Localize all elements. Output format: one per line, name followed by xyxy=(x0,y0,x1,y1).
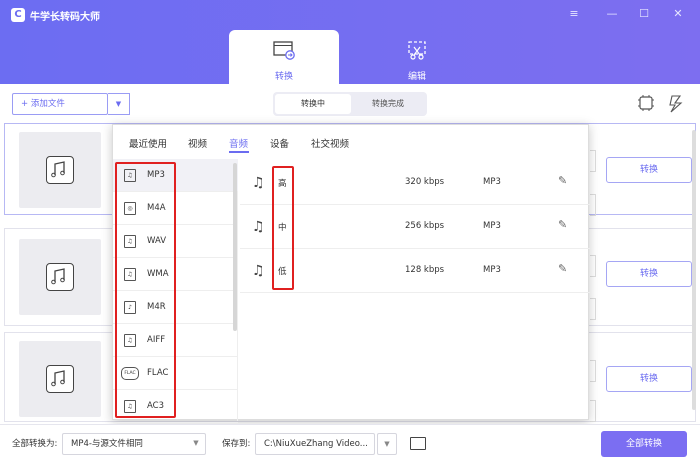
quality-format: MP3 xyxy=(483,177,501,187)
card-field-stub xyxy=(590,400,596,422)
app-logo: C xyxy=(11,8,25,22)
card-field-stub xyxy=(590,194,596,216)
edit-icon[interactable]: ✎ xyxy=(558,262,567,275)
edit-icon[interactable]: ✎ xyxy=(558,174,567,187)
format-list-highlight xyxy=(115,162,176,418)
convert-button[interactable]: 转换 xyxy=(606,261,692,287)
tab-edit[interactable]: 编辑 xyxy=(362,30,472,84)
format-popup: 最近使用 视频 音频 设备 社交视频 ♫ MP3 ◎ M4A ♫ WAV ♫ W… xyxy=(112,124,590,423)
quality-bitrate: 320 kbps xyxy=(405,177,445,187)
convert-all-to-label: 全部转换为: xyxy=(12,439,58,449)
popup-tab-recent[interactable]: 最近使用 xyxy=(129,136,167,150)
convert-button[interactable]: 转换 xyxy=(606,366,692,392)
gpu-on-icon[interactable] xyxy=(635,94,657,114)
card-field-stub xyxy=(590,360,596,382)
save-to-select[interactable]: C:\NiuXueZhang Video... xyxy=(255,433,375,455)
tab-convert[interactable]: 转换 xyxy=(229,30,339,84)
status-segment: 转换中 转换完成 xyxy=(273,92,427,116)
app-title: 牛学长转码大师 xyxy=(30,12,100,23)
list-scrollbar[interactable] xyxy=(692,130,696,410)
quality-bitrate: 256 kbps xyxy=(405,221,445,231)
segment-completed[interactable]: 转换完成 xyxy=(351,94,425,114)
speed-off-icon[interactable] xyxy=(666,94,688,114)
menu-icon[interactable]: ≡ xyxy=(565,5,583,23)
app-header: C 牛学长转码大师 ≡ — ☐ ✕ 转换 编辑 xyxy=(0,0,700,84)
music-note-icon: ♫ xyxy=(252,263,265,279)
format-list-scrollbar[interactable] xyxy=(233,163,237,331)
maximize-icon[interactable]: ☐ xyxy=(635,5,653,23)
music-note-icon xyxy=(46,263,74,291)
title-bar: C 牛学长转码大师 ≡ — ☐ ✕ xyxy=(0,0,700,30)
music-note-icon: ♫ xyxy=(252,219,265,235)
convert-all-to-select[interactable]: MP4-与源文件相同 xyxy=(62,433,206,455)
card-field-stub xyxy=(590,298,596,320)
convert-all-button[interactable]: 全部转换 xyxy=(601,431,687,457)
quality-format: MP3 xyxy=(483,221,501,231)
tab-edit-label: 编辑 xyxy=(407,72,426,82)
popup-tab-device[interactable]: 设备 xyxy=(270,136,289,150)
popup-tab-video[interactable]: 视频 xyxy=(188,136,207,150)
popup-tab-audio[interactable]: 音频 xyxy=(229,136,248,150)
card-field-stub xyxy=(590,150,596,172)
save-to-dropdown[interactable]: ▼ xyxy=(377,433,397,455)
edit-cut-icon xyxy=(408,41,426,60)
add-file-dropdown[interactable]: ▼ xyxy=(108,93,130,115)
file-thumbnail xyxy=(19,239,101,315)
music-note-icon: ♫ xyxy=(252,175,265,191)
minimize-icon[interactable]: — xyxy=(603,5,621,23)
quality-format: MP3 xyxy=(483,265,501,275)
chevron-down-icon[interactable]: ▼ xyxy=(186,433,206,455)
music-note-icon xyxy=(46,365,74,393)
save-to-label: 保存到: xyxy=(222,439,251,449)
card-field-stub xyxy=(590,255,596,277)
close-icon[interactable]: ✕ xyxy=(669,5,687,23)
film-convert-icon xyxy=(273,41,295,60)
convert-button[interactable]: 转换 xyxy=(606,157,692,183)
music-note-icon xyxy=(46,156,74,184)
quality-name-highlight xyxy=(272,166,294,290)
bottom-bar: 全部转换为: MP4-与源文件相同 ▼ 保存到: C:\NiuXueZhang … xyxy=(0,424,700,464)
active-tab-underline xyxy=(229,151,249,153)
edit-icon[interactable]: ✎ xyxy=(558,218,567,231)
file-thumbnail xyxy=(19,132,101,208)
segment-converting[interactable]: 转换中 xyxy=(275,94,351,114)
tab-convert-label: 转换 xyxy=(274,72,293,82)
add-file-button[interactable]: + 添加文件 xyxy=(12,93,108,115)
file-thumbnail xyxy=(19,341,101,417)
popup-tab-social[interactable]: 社交视频 xyxy=(311,136,349,150)
quality-bitrate: 128 kbps xyxy=(405,265,445,275)
folder-icon[interactable] xyxy=(410,437,426,450)
